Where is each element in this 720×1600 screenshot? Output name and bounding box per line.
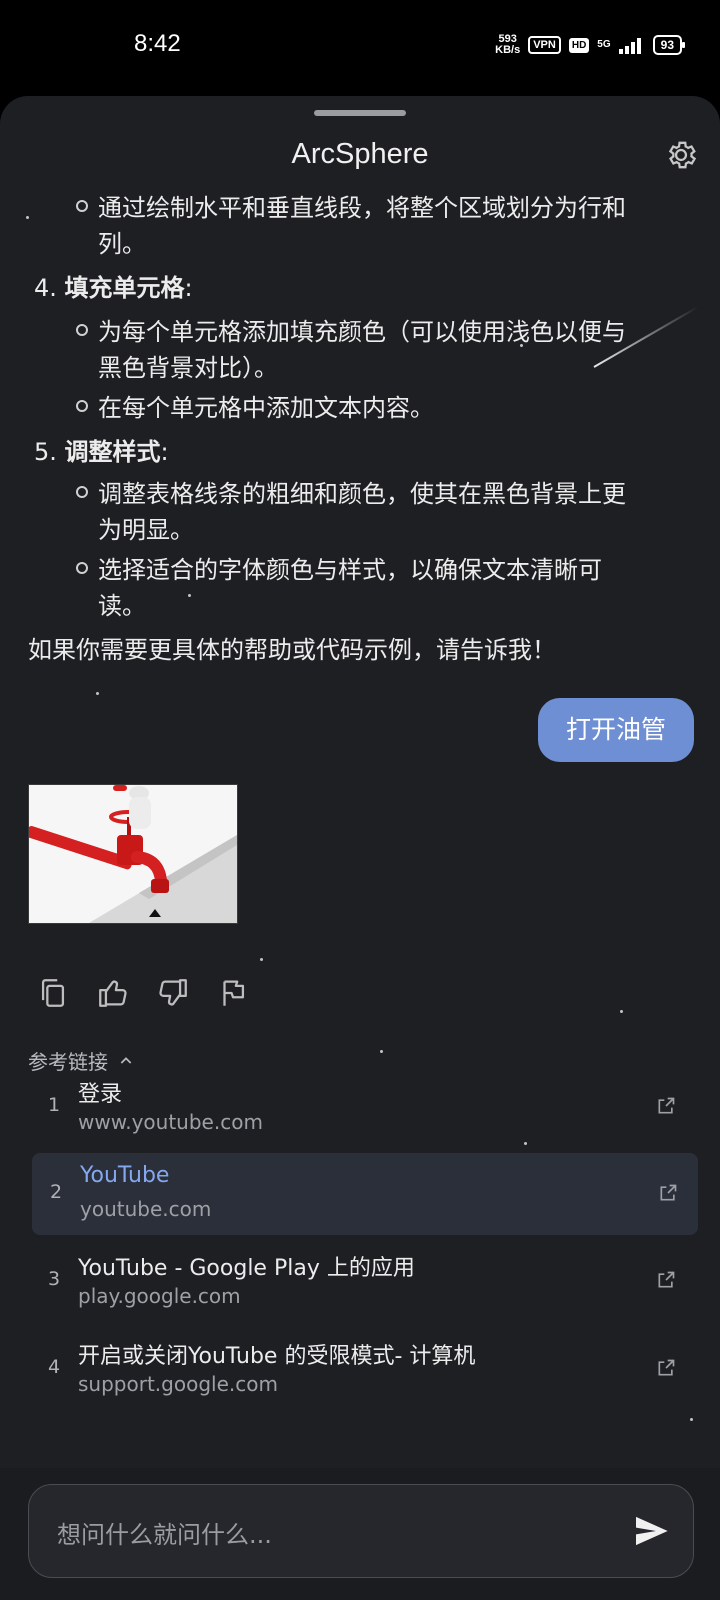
- reference-number: 4: [48, 1356, 61, 1378]
- reference-item[interactable]: 1 登录 www.youtube.com: [30, 1066, 696, 1148]
- message-text: 调整表格线条的粗细和颜色，使其在黑色背景上更: [98, 480, 626, 508]
- star-decoration: [188, 594, 191, 597]
- star-decoration: [96, 692, 99, 695]
- bullet: [76, 324, 88, 336]
- status-time: 8:42: [134, 30, 181, 57]
- signal-icon: [618, 38, 641, 54]
- bullet: [76, 200, 88, 212]
- valve-illustration: [29, 785, 237, 923]
- chat-input-placeholder: 想问什么就问什么...: [57, 1521, 272, 1549]
- star-decoration: [690, 1418, 693, 1421]
- reference-title: 开启或关闭YouTube 的受限模式- 计算机: [78, 1344, 476, 1369]
- copy-icon[interactable]: [36, 976, 70, 1010]
- message-text: 在每个单元格中添加文本内容。: [98, 394, 434, 422]
- thumbs-down-icon[interactable]: [156, 976, 190, 1010]
- message-text: 读。: [98, 592, 146, 620]
- reference-title: 登录: [78, 1082, 123, 1107]
- message-text: 为每个单元格添加填充颜色（可以使用浅色以便与: [98, 318, 626, 346]
- external-link-icon[interactable]: [658, 1183, 678, 1203]
- vpn-badge: VPN: [528, 36, 561, 54]
- bullet: [76, 400, 88, 412]
- user-message-bubble[interactable]: 打开油管: [538, 698, 694, 762]
- battery-indicator: 93: [652, 35, 686, 55]
- reference-title: YouTube: [80, 1163, 170, 1188]
- network-label: 5G: [597, 39, 611, 50]
- message-text: 如果你需要更具体的帮助或代码示例，请告诉我！: [28, 636, 556, 664]
- external-link-icon[interactable]: [656, 1358, 676, 1378]
- reference-number: 3: [48, 1268, 61, 1290]
- status-icons: 593 KB/s VPN HD 5G 93: [495, 33, 686, 56]
- reference-item[interactable]: 4 开启或关闭YouTube 的受限模式- 计算机 support.google…: [30, 1328, 696, 1410]
- net-speed: 593 KB/s: [495, 33, 521, 56]
- thumbs-up-icon[interactable]: [96, 976, 130, 1010]
- star-decoration: [620, 1010, 623, 1013]
- reference-item[interactable]: 3 YouTube - Google Play 上的应用 play.google…: [30, 1240, 696, 1322]
- external-link-icon[interactable]: [656, 1270, 676, 1290]
- reference-item[interactable]: 2 YouTube youtube.com: [32, 1153, 698, 1235]
- drag-handle[interactable]: [314, 110, 406, 116]
- message-text: 选择适合的字体颜色与样式，以确保文本清晰可: [98, 556, 602, 584]
- reference-domain: www.youtube.com: [78, 1110, 263, 1134]
- message-text: 黑色背景对比）。: [98, 354, 278, 382]
- bullet: [76, 562, 88, 574]
- star-decoration: [260, 958, 263, 961]
- reference-domain: support.google.com: [78, 1372, 278, 1396]
- list-item-heading: 4. 填充单元格:: [34, 274, 193, 302]
- hd-badge: HD: [568, 37, 590, 53]
- status-bar: 8:42 593 KB/s VPN HD 5G 93: [0, 0, 720, 96]
- reference-number: 1: [48, 1094, 61, 1116]
- list-item-heading: 5. 调整样式:: [34, 438, 169, 466]
- message-text: 为明显。: [98, 516, 194, 544]
- send-icon[interactable]: [631, 1511, 671, 1551]
- pipeline-valve-image[interactable]: [28, 784, 238, 924]
- bullet: [76, 486, 88, 498]
- star-decoration: [26, 216, 29, 219]
- message-text: 列。: [98, 230, 146, 258]
- message-text: 通过绘制水平和垂直线段，将整个区域划分为行和: [98, 194, 626, 222]
- external-link-icon[interactable]: [656, 1096, 676, 1116]
- chat-sheet: ArcSphere 通过绘制水平和垂直线段，将整个区域划分为行和 列。 4. 填…: [0, 96, 720, 1600]
- reference-number: 2: [50, 1181, 63, 1203]
- message-actions: [36, 976, 250, 1010]
- chat-input[interactable]: 想问什么就问什么...: [28, 1484, 694, 1578]
- composer-bar: 想问什么就问什么...: [0, 1468, 720, 1600]
- reference-domain: youtube.com: [80, 1197, 212, 1221]
- reference-domain: play.google.com: [78, 1284, 241, 1308]
- gear-icon[interactable]: [664, 138, 698, 172]
- reference-title: YouTube - Google Play 上的应用: [78, 1256, 415, 1281]
- star-decoration: [380, 1050, 383, 1053]
- flag-icon[interactable]: [216, 976, 250, 1010]
- app-title: ArcSphere: [291, 138, 429, 170]
